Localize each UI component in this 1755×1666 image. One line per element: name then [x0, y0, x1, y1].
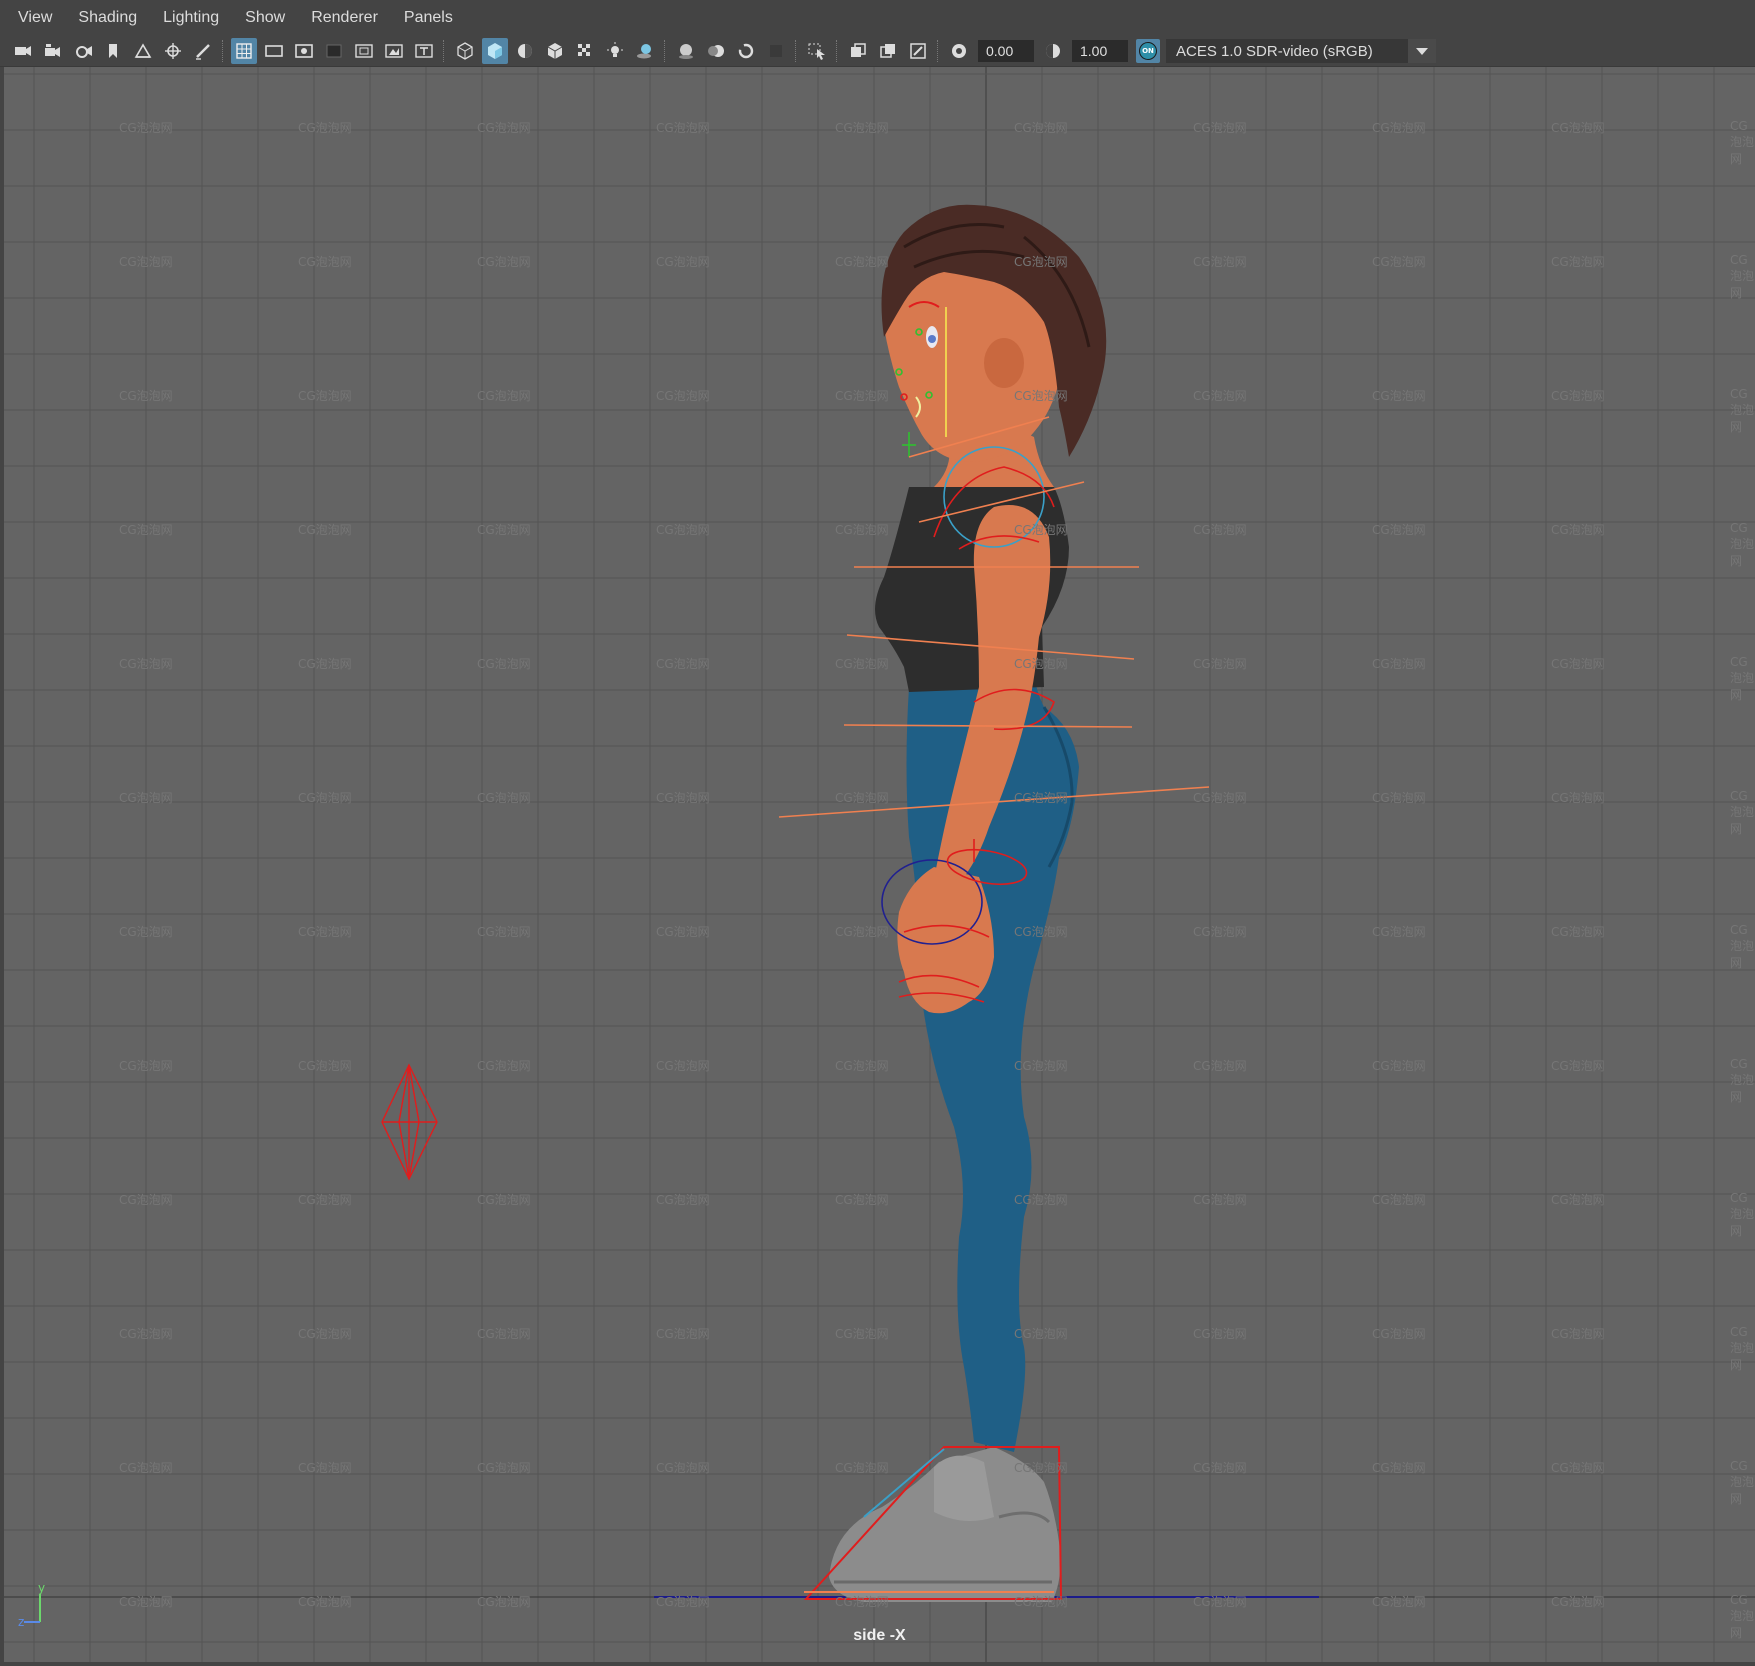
shadows-icon[interactable] [632, 38, 658, 64]
toolbar-separator [664, 40, 667, 62]
menu-show[interactable]: Show [232, 0, 298, 36]
motion-blur-icon[interactable] [703, 38, 729, 64]
chevron-down-icon[interactable] [1408, 39, 1436, 63]
film-gate-icon[interactable] [261, 38, 287, 64]
viewport-toolbar: ON ACES 1.0 SDR-video (sRGB) [0, 36, 1755, 67]
anti-aliasing-icon[interactable] [733, 38, 759, 64]
isolate-select-icon[interactable] [804, 38, 830, 64]
color-management-on-label: ON [1139, 42, 1157, 60]
exposure-icon[interactable] [946, 38, 972, 64]
field-chart-icon[interactable] [351, 38, 377, 64]
camera-attributes-icon[interactable] [40, 38, 66, 64]
toolbar-separator [222, 40, 225, 62]
exposure-field[interactable] [978, 40, 1034, 62]
toolbar-separator [836, 40, 839, 62]
resolution-gate-icon[interactable] [291, 38, 317, 64]
safe-title-icon[interactable] [411, 38, 437, 64]
toolbar-separator [795, 40, 798, 62]
viewport-panel[interactable]: CG泡泡网 CG泡泡网 CG泡泡网 CG泡泡网 CG泡泡网 CG泡泡网 CG泡泡网 CG泡泡网… [4, 67, 1755, 1662]
screen-space-ao-icon[interactable] [673, 38, 699, 64]
grid-toggle-icon[interactable] [231, 38, 257, 64]
smooth-shade-icon[interactable] [482, 38, 508, 64]
xray-joints-icon[interactable] [905, 38, 931, 64]
wireframe-on-shaded-icon[interactable] [542, 38, 568, 64]
safe-action-icon[interactable] [381, 38, 407, 64]
default-material-icon[interactable] [512, 38, 538, 64]
character-model [829, 204, 1107, 1602]
menu-shading[interactable]: Shading [65, 0, 150, 36]
color-management-toggle[interactable]: ON [1136, 39, 1160, 63]
menu-view[interactable]: View [0, 0, 65, 36]
xray-active-components-icon[interactable] [875, 38, 901, 64]
select-camera-icon[interactable] [10, 38, 36, 64]
use-all-lights-icon[interactable] [602, 38, 628, 64]
viewport-menu-bar: View Shading Lighting Show Renderer Pane… [0, 0, 1755, 36]
gamma-field[interactable] [1072, 40, 1128, 62]
toolbar-separator [937, 40, 940, 62]
menu-panels[interactable]: Panels [391, 0, 466, 36]
toolbar-separator [443, 40, 446, 62]
camera-settings-icon[interactable] [70, 38, 96, 64]
xray-icon[interactable] [845, 38, 871, 64]
view-transform-value: ACES 1.0 SDR-video (sRGB) [1176, 42, 1373, 60]
2d-pan-zoom-icon[interactable] [160, 38, 186, 64]
depth-of-field-icon[interactable] [763, 38, 789, 64]
axis-y-label: y [38, 1582, 45, 1595]
view-transform-dropdown[interactable]: ACES 1.0 SDR-video (sRGB) [1166, 39, 1436, 63]
gamma-icon[interactable] [1040, 38, 1066, 64]
camera-name-label: side -X [853, 1627, 906, 1644]
gate-mask-icon[interactable] [321, 38, 347, 64]
bookmark-icon[interactable] [100, 38, 126, 64]
grid [4, 67, 1755, 1662]
scene-canvas[interactable] [4, 67, 1755, 1662]
grease-pencil-icon[interactable] [190, 38, 216, 64]
textured-icon[interactable] [572, 38, 598, 64]
wireframe-icon[interactable] [452, 38, 478, 64]
image-plane-icon[interactable] [130, 38, 156, 64]
menu-renderer[interactable]: Renderer [298, 0, 391, 36]
menu-lighting[interactable]: Lighting [150, 0, 232, 36]
